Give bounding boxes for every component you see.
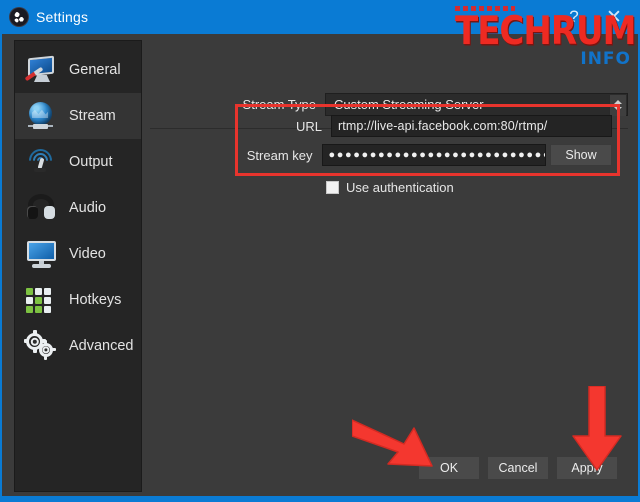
keyboard-icon: [23, 283, 61, 317]
help-icon[interactable]: ?: [554, 0, 594, 34]
obs-logo-icon: [10, 8, 28, 26]
sidebar-item-label: Output: [69, 154, 113, 170]
gears-icon: [23, 329, 61, 363]
monitor-icon: [23, 237, 61, 271]
globe-icon: [23, 99, 61, 133]
sidebar-item-stream[interactable]: Stream: [15, 93, 141, 139]
stream-key-row: Stream key ●●●●●●●●●●●●●●●●●●●●●●●●●●●●●…: [246, 143, 612, 167]
broadcast-waves-icon: [23, 144, 61, 179]
stream-type-label: Stream Type: [242, 96, 316, 112]
show-stream-key-button[interactable]: Show: [550, 144, 612, 166]
use-authentication-row[interactable]: Use authentication: [326, 178, 454, 196]
monitor-screwdriver-icon: [23, 53, 61, 87]
sidebar: General Stream Output Audio Video Hotkey…: [14, 40, 142, 492]
url-row: URL rtmp://live-api.facebook.com:80/rtmp…: [246, 114, 612, 138]
window-title: Settings: [36, 9, 89, 25]
sidebar-item-general[interactable]: General: [15, 47, 141, 93]
sidebar-item-label: Stream: [69, 108, 116, 124]
cancel-button[interactable]: Cancel: [487, 456, 549, 480]
updown-spinner-icon[interactable]: [609, 94, 626, 116]
url-label: URL: [295, 118, 322, 134]
content-panel: Stream Type Custom Streaming Server URL …: [150, 40, 630, 492]
use-authentication-label: Use authentication: [346, 179, 454, 195]
stream-type-value: Custom Streaming Server: [334, 96, 484, 112]
sidebar-item-label: General: [69, 62, 121, 78]
titlebar: Settings ? ✕: [0, 0, 640, 34]
dialog-body: General Stream Output Audio Video Hotkey…: [2, 34, 638, 498]
stream-key-label: Stream key: [246, 147, 313, 163]
ok-button[interactable]: OK: [418, 456, 480, 480]
footer-buttons: OK Cancel Apply: [418, 456, 618, 480]
stream-key-input[interactable]: ●●●●●●●●●●●●●●●●●●●●●●●●●●●●●●: [321, 144, 546, 166]
sidebar-item-label: Audio: [69, 200, 107, 216]
sidebar-item-advanced[interactable]: Advanced: [15, 323, 141, 369]
url-input[interactable]: rtmp://live-api.facebook.com:80/rtmp/: [331, 115, 612, 137]
sidebar-item-output[interactable]: Output: [15, 139, 141, 185]
sidebar-item-label: Advanced: [69, 338, 134, 354]
sidebar-item-audio[interactable]: Audio: [15, 185, 141, 231]
apply-button[interactable]: Apply: [556, 456, 618, 480]
settings-window: Settings ? ✕ TECHRUM INFO General Stream: [0, 0, 640, 502]
headset-icon: [23, 191, 61, 225]
sidebar-item-label: Video: [69, 246, 106, 262]
stream-type-select[interactable]: Custom Streaming Server: [325, 92, 628, 116]
use-authentication-checkbox[interactable]: [326, 180, 339, 194]
sidebar-item-label: Hotkeys: [69, 292, 122, 308]
sidebar-item-video[interactable]: Video: [15, 231, 141, 277]
stream-type-row: Stream Type Custom Streaming Server: [232, 92, 628, 116]
close-icon[interactable]: ✕: [594, 0, 634, 34]
sidebar-item-hotkeys[interactable]: Hotkeys: [15, 277, 141, 323]
